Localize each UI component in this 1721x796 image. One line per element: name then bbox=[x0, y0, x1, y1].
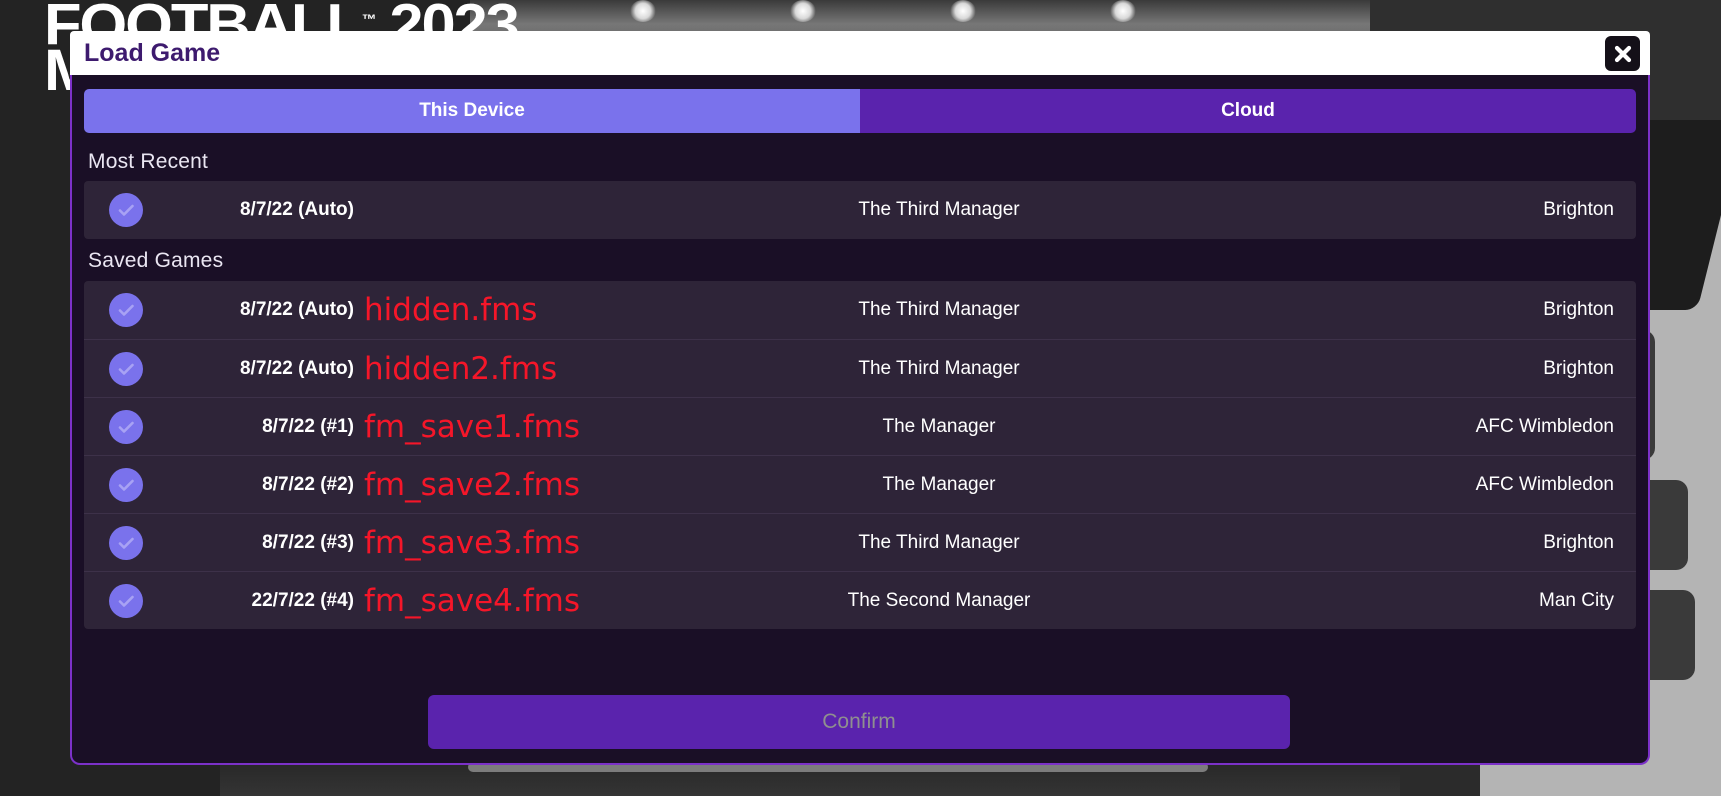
check-circle-icon bbox=[109, 351, 143, 386]
check-circle-icon bbox=[109, 293, 143, 327]
save-date: 8/7/22 (Auto) bbox=[239, 299, 354, 320]
save-manager-name: The Manager bbox=[882, 415, 996, 437]
save-game-row[interactable]: 22/7/22 (#4) fm_save4.fms The Second Manag… bbox=[84, 571, 1636, 629]
saved-games-list: 8/7/22 (Auto) hidden.fms The Third Manager… bbox=[84, 281, 1636, 629]
load-game-dialog: Load Game This Device Cloud Most Recent … bbox=[70, 31, 1650, 765]
storage-tabs: This Device Cloud bbox=[84, 89, 1636, 133]
save-manager-name: The Third Manager bbox=[858, 199, 1020, 220]
save-club-name: Brighton bbox=[1543, 199, 1614, 220]
check-circle-icon bbox=[109, 193, 143, 227]
save-game-row[interactable]: 8/7/22 (#3) fm_save3.fms The Third Manager… bbox=[84, 513, 1636, 571]
save-manager-name: The Manager bbox=[882, 473, 996, 495]
save-club-name: Brighton bbox=[1543, 531, 1614, 553]
save-date: 8/7/22 (#3) bbox=[262, 531, 354, 553]
save-club-name: AFC Wimbledon bbox=[1475, 415, 1614, 437]
save-game-row[interactable]: 8/7/22 (#2) fm_save2.fms The Manager AFC Wi… bbox=[84, 455, 1636, 513]
save-club-name: AFC Wimbledon bbox=[1475, 473, 1614, 495]
dialog-titlebar: Load Game bbox=[70, 31, 1650, 75]
save-date: 8/7/22 (#2) bbox=[262, 473, 354, 495]
save-filename-annotation: fm_save2.fms bbox=[364, 466, 581, 503]
save-filename-annotation: hidden2.fms bbox=[364, 350, 558, 387]
bg-floodlight bbox=[790, 0, 816, 22]
save-manager-name: The Second Manager bbox=[847, 589, 1031, 611]
save-club-name: Brighton bbox=[1543, 299, 1614, 320]
page-title: Load Game bbox=[84, 39, 221, 67]
most-recent-list: 8/7/22 (Auto) The Third Manager Brighton bbox=[84, 181, 1636, 239]
save-game-row[interactable]: 8/7/22 (Auto) The Third Manager Brighton bbox=[84, 181, 1636, 239]
dialog-body: This Device Cloud Most Recent 8/7/22 (Au… bbox=[70, 75, 1650, 765]
save-date: 8/7/22 (#1) bbox=[262, 415, 354, 437]
save-filename-annotation: fm_save3.fms bbox=[364, 524, 581, 561]
save-club-name: Man City bbox=[1539, 589, 1614, 611]
section-header-saved-games: Saved Games bbox=[88, 249, 224, 272]
save-date: 8/7/22 (Auto) bbox=[239, 357, 354, 379]
trademark-symbol: ™ bbox=[361, 11, 377, 27]
save-game-row[interactable]: 8/7/22 (#1) fm_save1.fms The Manager AFC Wi… bbox=[84, 397, 1636, 455]
save-filename-annotation: hidden.fms bbox=[364, 292, 538, 328]
section-header-most-recent: Most Recent bbox=[88, 150, 209, 173]
save-club-name: Brighton bbox=[1543, 357, 1614, 379]
save-date: 8/7/22 (Auto) bbox=[239, 199, 354, 220]
confirm-button[interactable]: Confirm bbox=[428, 695, 1290, 749]
check-circle-icon bbox=[109, 583, 143, 618]
check-circle-icon bbox=[109, 467, 143, 502]
bg-floodlight bbox=[630, 0, 656, 22]
bg-floodlight bbox=[1110, 0, 1136, 22]
save-filename-annotation: fm_save1.fms bbox=[364, 408, 581, 445]
save-date: 22/7/22 (#4) bbox=[251, 589, 354, 611]
save-manager-name: The Third Manager bbox=[858, 299, 1020, 320]
save-filename-annotation: fm_save4.fms bbox=[364, 582, 581, 619]
bg-floodlight bbox=[950, 0, 976, 22]
tab-this-device[interactable]: This Device bbox=[84, 89, 860, 133]
save-game-row[interactable]: 8/7/22 (Auto) hidden2.fms The Third Manage… bbox=[84, 339, 1636, 397]
tab-cloud[interactable]: Cloud bbox=[860, 89, 1636, 133]
save-manager-name: The Third Manager bbox=[858, 357, 1020, 379]
check-circle-icon bbox=[109, 525, 143, 560]
close-icon[interactable] bbox=[1605, 36, 1640, 71]
save-manager-name: The Third Manager bbox=[858, 531, 1020, 553]
save-game-row[interactable]: 8/7/22 (Auto) hidden.fms The Third Manager… bbox=[84, 281, 1636, 339]
check-circle-icon bbox=[109, 409, 143, 444]
